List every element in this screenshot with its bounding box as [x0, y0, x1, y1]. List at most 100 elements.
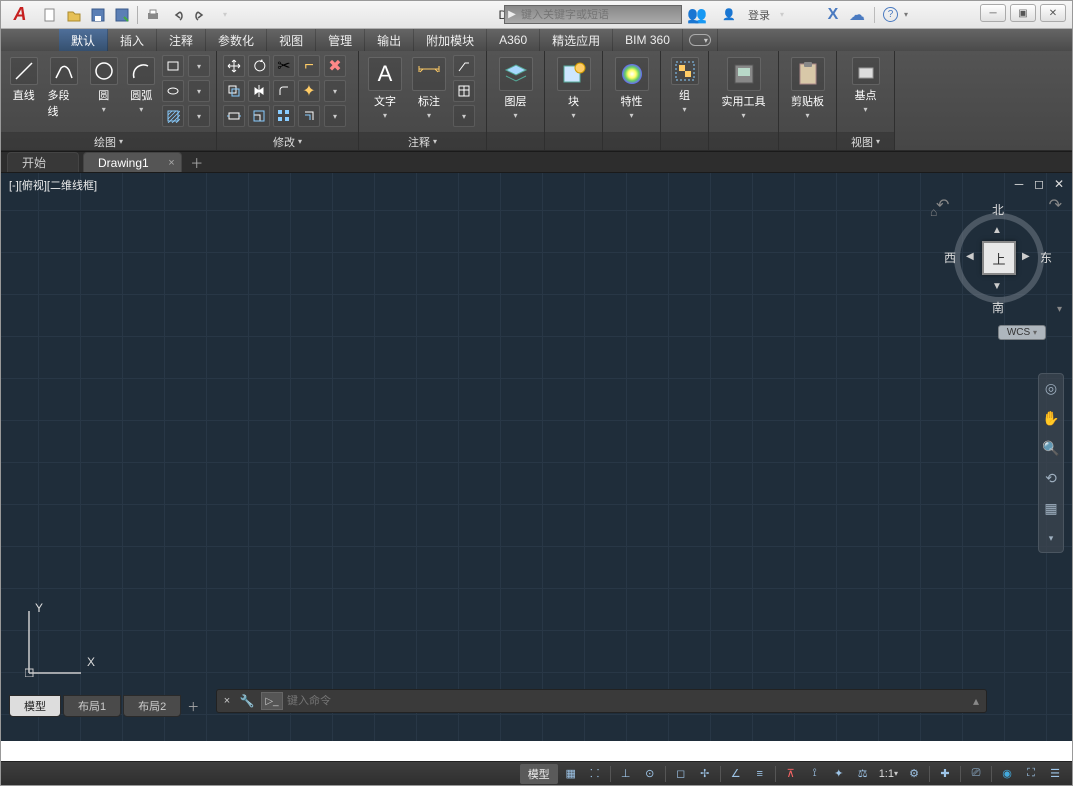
vc-left-arrow[interactable]: ◀	[966, 251, 974, 262]
fullnav-icon[interactable]: ◎	[1041, 378, 1061, 398]
clipboard-button[interactable]: 剪贴板▾	[788, 55, 828, 122]
circle-button[interactable]: 圆▾	[87, 55, 121, 116]
user-icon[interactable]: 👤	[720, 6, 738, 24]
tab-featured[interactable]: 精选应用	[540, 29, 613, 51]
spline-icon[interactable]: ▾	[188, 55, 210, 77]
arc-button[interactable]: 圆弧▾	[124, 55, 158, 116]
maximize-button[interactable]: ▣	[1010, 4, 1036, 22]
grid-toggle-icon[interactable]: ▦	[560, 764, 582, 784]
snap-toggle-icon[interactable]: ⸬	[584, 764, 606, 784]
modify2-icon[interactable]: ▾	[324, 80, 346, 102]
qat-dropdown-icon[interactable]: ▾	[214, 4, 236, 26]
custom-icon[interactable]: ☰	[1044, 764, 1066, 784]
osnap-icon[interactable]: ◻	[670, 764, 692, 784]
trim-icon[interactable]: ✂	[273, 55, 295, 77]
exchange-icon[interactable]: X	[824, 6, 842, 24]
status-model[interactable]: 模型	[520, 764, 558, 784]
stretch-icon[interactable]	[223, 105, 245, 127]
erase-icon[interactable]: ✖	[324, 55, 346, 77]
cmd-close-icon[interactable]: ×	[217, 695, 237, 707]
filetab-drawing1[interactable]: Drawing1×	[83, 152, 182, 172]
showmotion-icon[interactable]: ▦	[1041, 498, 1061, 518]
close-tab-icon[interactable]: ×	[168, 157, 174, 169]
viewport-label[interactable]: [-][俯视][二维线框]	[9, 177, 97, 193]
minimize-button[interactable]: ─	[980, 4, 1006, 22]
utilities-button[interactable]: 实用工具▾	[719, 55, 769, 122]
a360-icon[interactable]: ☁	[848, 6, 866, 24]
help-icon[interactable]: ?	[883, 7, 898, 22]
tpy-icon[interactable]: ⊼	[780, 764, 802, 784]
layout-add-button[interactable]: ＋	[183, 698, 203, 715]
vc-east[interactable]: 东	[1040, 249, 1052, 266]
tab-manage[interactable]: 管理	[316, 29, 365, 51]
layout-model[interactable]: 模型	[9, 695, 61, 717]
saveas-icon[interactable]	[111, 4, 133, 26]
monitor-icon[interactable]: ⎚	[965, 764, 987, 784]
tab-annotate[interactable]: 注释	[157, 29, 206, 51]
vc-down-arrow[interactable]: ▼	[992, 281, 1002, 292]
polar-icon[interactable]: ⊙	[639, 764, 661, 784]
vc-up-arrow[interactable]: ▲	[992, 225, 1002, 236]
nav-menu-icon[interactable]: ▾	[1041, 528, 1061, 548]
qp-icon[interactable]: ⟟	[804, 764, 826, 784]
explode-icon[interactable]: ✦	[298, 80, 320, 102]
zoom-icon[interactable]: 🔍	[1041, 438, 1061, 458]
ann3-icon[interactable]: ▾	[453, 105, 475, 127]
rotate-cw-icon[interactable]: ↷	[1049, 195, 1062, 215]
block-button[interactable]: 块▾	[554, 55, 594, 122]
leader-icon[interactable]	[453, 55, 475, 77]
search-box[interactable]: ▶	[504, 5, 682, 24]
tab-bim360[interactable]: BIM 360	[613, 29, 683, 51]
new-icon[interactable]	[39, 4, 61, 26]
layout-2[interactable]: 布局2	[123, 695, 181, 717]
osnap3d-icon[interactable]: ✢	[694, 764, 716, 784]
vc-menu-icon[interactable]: ▾	[1057, 304, 1062, 315]
tab-addins[interactable]: 附加模块	[414, 29, 487, 51]
vc-north[interactable]: 北	[992, 201, 1004, 218]
iso-icon[interactable]: ◉	[996, 764, 1018, 784]
tab-pill[interactable]: ▾	[683, 29, 718, 51]
cmd-prompt-icon[interactable]: ▷_	[261, 692, 283, 710]
table-icon[interactable]	[453, 80, 475, 102]
line-button[interactable]: 直线	[7, 55, 41, 105]
app-logo[interactable]: A	[5, 2, 35, 28]
ws-icon[interactable]: ✚	[934, 764, 956, 784]
hatch-icon[interactable]	[162, 105, 184, 127]
rotate-ccw-icon[interactable]: ↶	[936, 195, 949, 215]
vp-close-icon[interactable]: ✕	[1052, 177, 1066, 191]
offset-icon[interactable]	[298, 105, 320, 127]
ellipse-icon[interactable]	[162, 80, 184, 102]
annoscale-icon[interactable]: ⚖	[852, 764, 874, 784]
save-icon[interactable]	[87, 4, 109, 26]
array-icon[interactable]	[273, 105, 295, 127]
otrack-icon[interactable]: ∠	[725, 764, 747, 784]
rotate-icon[interactable]	[248, 55, 270, 77]
pan-icon[interactable]: ✋	[1041, 408, 1061, 428]
filetab-start[interactable]: 开始	[7, 152, 79, 172]
redo-icon[interactable]	[190, 4, 212, 26]
properties-button[interactable]: 特性▾	[612, 55, 652, 122]
vc-west[interactable]: 西	[944, 249, 956, 266]
tab-parametric[interactable]: 参数化	[206, 29, 267, 51]
scale-icon[interactable]	[248, 105, 270, 127]
cmd-history-icon[interactable]: ▴	[966, 694, 986, 708]
undo-icon[interactable]	[166, 4, 188, 26]
vp-min-icon[interactable]: ─	[1012, 177, 1026, 191]
vc-face-top[interactable]: 上	[982, 241, 1016, 275]
hatch2-icon[interactable]: ▾	[188, 105, 210, 127]
lwt-icon[interactable]: ≡	[749, 764, 771, 784]
move-icon[interactable]	[223, 55, 245, 77]
modify3-icon[interactable]: ▾	[324, 105, 346, 127]
layout-1[interactable]: 布局1	[63, 695, 121, 717]
command-line[interactable]: × 🔧 ▷_ ▴	[216, 689, 987, 713]
polyline-button[interactable]: 多段线	[45, 55, 83, 121]
viewcube[interactable]: ⌂ ↶ ↷ 北 南 东 西 上 ▲ ▼ ◀ ▶ ▾	[944, 201, 1054, 321]
people-icon[interactable]: 👥	[688, 6, 706, 24]
print-icon[interactable]	[142, 4, 164, 26]
trim2-icon[interactable]: ⌐	[298, 55, 320, 77]
ellipse2-icon[interactable]: ▾	[188, 80, 210, 102]
base-button[interactable]: 基点▾	[849, 55, 883, 116]
vc-south[interactable]: 南	[992, 299, 1004, 316]
copy-icon[interactable]	[223, 80, 245, 102]
cmd-config-icon[interactable]: 🔧	[237, 694, 257, 708]
